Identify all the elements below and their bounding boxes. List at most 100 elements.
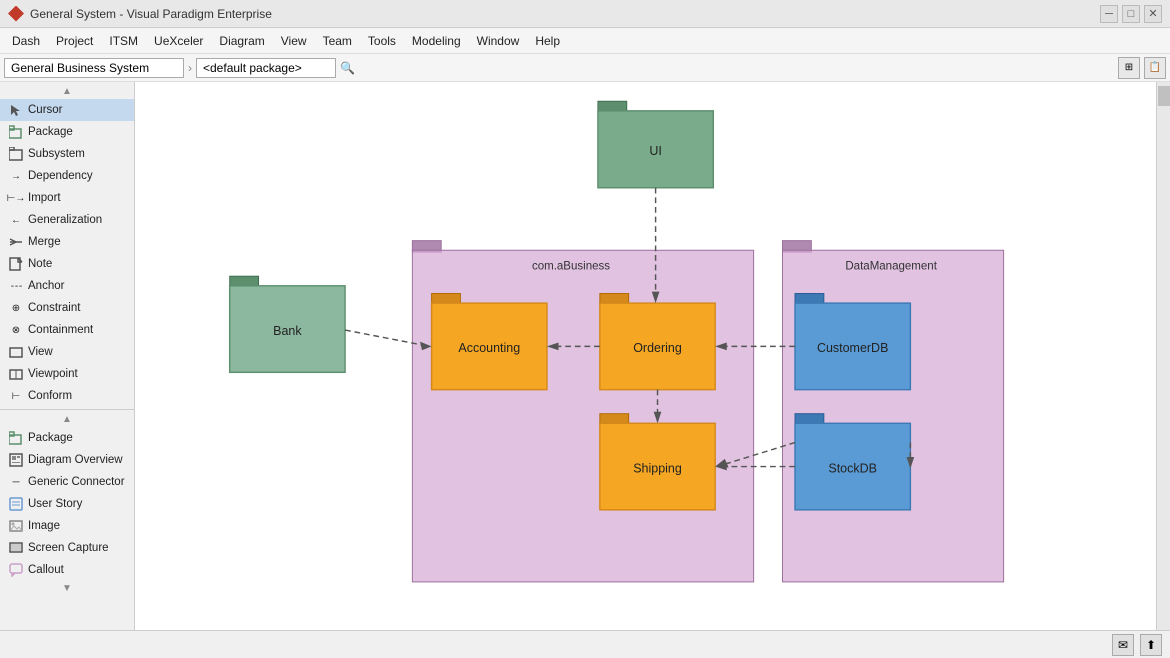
window-title: General System - Visual Paradigm Enterpr…: [30, 7, 272, 21]
view-icon: [8, 344, 24, 360]
sidebar-item-note[interactable]: Note: [0, 253, 134, 275]
svg-text:Bank: Bank: [273, 324, 302, 338]
menu-tools[interactable]: Tools: [360, 31, 404, 51]
sidebar-item-dependency[interactable]: → Dependency: [0, 165, 134, 187]
menu-dash[interactable]: Dash: [4, 31, 48, 51]
menu-team[interactable]: Team: [315, 31, 360, 51]
note-icon: [8, 256, 24, 272]
sidebar-item-diagram-overview[interactable]: Diagram Overview: [0, 449, 134, 471]
generic-connector-icon: ─: [8, 474, 24, 490]
sidebar-item-viewpoint[interactable]: Viewpoint: [0, 363, 134, 385]
subsystem-label: Subsystem: [28, 148, 85, 160]
sidebar-item-import[interactable]: ⊢→ Import: [0, 187, 134, 209]
menu-itsm[interactable]: ITSM: [101, 31, 146, 51]
sidebar: ▲ Cursor Package Subsystem → Dependency: [0, 82, 135, 630]
sidebar-item-subsystem[interactable]: Subsystem: [0, 143, 134, 165]
scroll-down-btn[interactable]: ▼: [0, 581, 134, 596]
package-icon: [8, 124, 24, 140]
merge-icon: [8, 234, 24, 250]
svg-text:Shipping: Shipping: [633, 461, 682, 475]
svg-text:Accounting: Accounting: [458, 341, 520, 355]
svg-text:CustomerDB: CustomerDB: [817, 341, 888, 355]
user-story-icon: [8, 496, 24, 512]
scroll-up-btn[interactable]: ▲: [0, 84, 134, 99]
scrollbar-thumb[interactable]: [1158, 86, 1170, 106]
diagram-overview-label: Diagram Overview: [28, 454, 123, 466]
view-toggle-btn1[interactable]: ⊞: [1118, 57, 1140, 79]
viewpoint-icon: [8, 366, 24, 382]
menu-help[interactable]: Help: [527, 31, 568, 51]
sidebar-section-bottom: ▲ Package Diagram Overview ─ Generic Con…: [0, 409, 134, 581]
view-label: View: [28, 346, 53, 358]
right-scrollbar: [1156, 82, 1170, 630]
cursor-label: Cursor: [28, 104, 63, 116]
constraint-label: Constraint: [28, 302, 80, 314]
statusbar: ✉ ⬆: [0, 630, 1170, 658]
merge-label: Merge: [28, 236, 61, 248]
export-button[interactable]: ⬆: [1140, 634, 1162, 656]
app-icon: [8, 6, 24, 22]
section-scroll-btn[interactable]: ▲: [0, 412, 134, 427]
diagram-overview-icon: [8, 452, 24, 468]
svg-text:com.aBusiness: com.aBusiness: [532, 260, 610, 272]
viewpoint-label: Viewpoint: [28, 368, 78, 380]
canvas-area[interactable]: com.aBusiness DataManagement UI Bank Acc…: [135, 82, 1156, 630]
import-label: Import: [28, 192, 61, 204]
menu-view[interactable]: View: [273, 31, 315, 51]
sidebar-item-constraint[interactable]: ⊕ Constraint: [0, 297, 134, 319]
sidebar-item-cursor[interactable]: Cursor: [0, 99, 134, 121]
sidebar-item-callout[interactable]: Callout: [0, 559, 134, 581]
package-input[interactable]: [196, 58, 336, 78]
dependency-label: Dependency: [28, 170, 93, 182]
package2-label: Package: [28, 432, 73, 444]
sidebar-item-anchor[interactable]: - - - Anchor: [0, 275, 134, 297]
view-toggle-btn2[interactable]: 📋: [1144, 57, 1166, 79]
image-icon: [8, 518, 24, 534]
menu-project[interactable]: Project: [48, 31, 101, 51]
svg-text:UI: UI: [649, 144, 662, 158]
sidebar-item-merge[interactable]: Merge: [0, 231, 134, 253]
user-story-label: User Story: [28, 498, 82, 510]
anchor-icon: - - -: [8, 278, 24, 294]
screen-capture-label: Screen Capture: [28, 542, 109, 554]
menu-diagram[interactable]: Diagram: [211, 31, 272, 51]
sidebar-item-package2[interactable]: Package: [0, 427, 134, 449]
generalization-icon: ←: [8, 212, 24, 228]
sidebar-item-user-story[interactable]: User Story: [0, 493, 134, 515]
sidebar-item-containment[interactable]: ⊗ Containment: [0, 319, 134, 341]
dependency-icon: →: [8, 168, 24, 184]
sidebar-item-view[interactable]: View: [0, 341, 134, 363]
main-layout: ▲ Cursor Package Subsystem → Dependency: [0, 82, 1170, 630]
mail-button[interactable]: ✉: [1112, 634, 1134, 656]
breadcrumb-bar: › 🔍 ⊞ 📋: [0, 54, 1170, 82]
minimize-button[interactable]: ─: [1100, 5, 1118, 23]
menu-modeling[interactable]: Modeling: [404, 31, 469, 51]
containment-label: Containment: [28, 324, 93, 336]
note-label: Note: [28, 258, 52, 270]
screen-capture-icon: [8, 540, 24, 556]
conform-label: Conform: [28, 390, 72, 402]
maximize-button[interactable]: □: [1122, 5, 1140, 23]
anchor-label: Anchor: [28, 280, 64, 292]
menu-uexceler[interactable]: UeXceler: [146, 31, 211, 51]
image-label: Image: [28, 520, 60, 532]
generic-connector-label: Generic Connector: [28, 476, 125, 488]
close-button[interactable]: ✕: [1144, 5, 1162, 23]
breadcrumb-input[interactable]: [4, 58, 184, 78]
sidebar-item-screen-capture[interactable]: Screen Capture: [0, 537, 134, 559]
constraint-icon: ⊕: [8, 300, 24, 316]
sidebar-item-conform[interactable]: ⊢ Conform: [0, 385, 134, 407]
import-icon: ⊢→: [8, 190, 24, 206]
sidebar-item-package[interactable]: Package: [0, 121, 134, 143]
sidebar-item-generalization[interactable]: ← Generalization: [0, 209, 134, 231]
titlebar: General System - Visual Paradigm Enterpr…: [0, 0, 1170, 28]
callout-label: Callout: [28, 564, 64, 576]
sidebar-item-image[interactable]: Image: [0, 515, 134, 537]
callout-icon: [8, 562, 24, 578]
window-controls: ─ □ ✕: [1100, 5, 1162, 23]
sidebar-item-generic-connector[interactable]: ─ Generic Connector: [0, 471, 134, 493]
conform-icon: ⊢: [8, 388, 24, 404]
package-label: Package: [28, 126, 73, 138]
search-icon: 🔍: [340, 61, 355, 75]
menu-window[interactable]: Window: [469, 31, 528, 51]
